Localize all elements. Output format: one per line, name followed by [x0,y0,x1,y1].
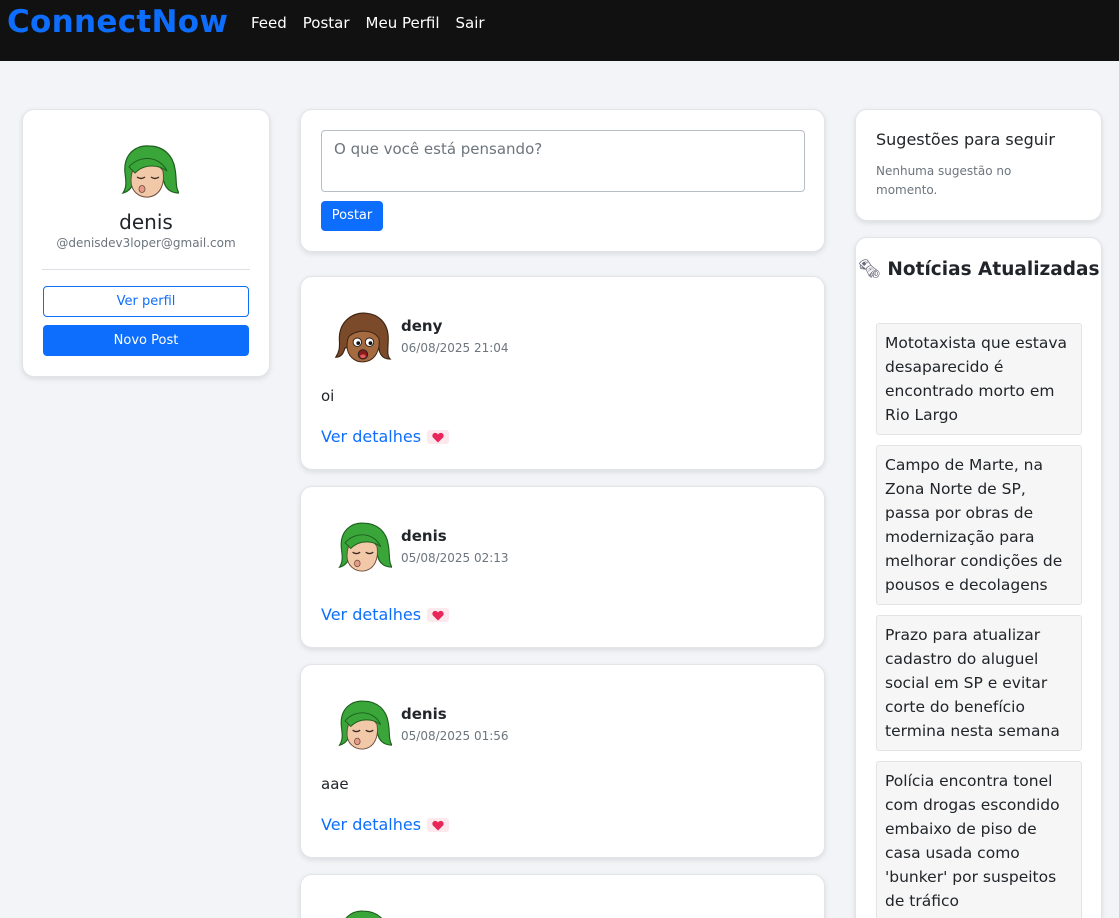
post-text-input[interactable] [321,130,805,192]
heart-icon[interactable] [427,607,450,622]
post-details-link[interactable]: Ver detalhes [321,605,450,624]
profile-card: denis @denisdev3loper@gmail.com Ver perf… [22,109,270,377]
compose-card: Postar [300,109,825,252]
nav-link-sair[interactable]: Sair [456,14,485,32]
news-item[interactable]: Polícia encontra tonel com drogas escond… [876,761,1082,918]
avatar [332,520,392,575]
news-item[interactable]: Campo de Marte, na Zona Norte de SP, pas… [876,445,1082,605]
news-title-text: Notícias Atualizadas [887,259,1100,280]
avatar [115,143,179,201]
post-details-link[interactable]: Ver detalhes [321,427,450,446]
post-details-link[interactable]: Ver detalhes [321,815,450,834]
post-date: 05/08/2025 02:13 [401,551,509,565]
post-card: denis 05/08/2025 01:56 aae Ver detalhes [300,664,825,858]
newspaper-icon: 🗞︎ [857,259,881,280]
heart-icon[interactable] [427,429,450,444]
news-item[interactable]: Prazo para atualizar cadastro do aluguel… [876,615,1082,751]
nav-links: Feed Postar Meu Perfil Sair [251,14,485,32]
post-details-label[interactable]: Ver detalhes [321,815,421,834]
post-date: 06/08/2025 21:04 [401,341,509,355]
post-text: oi [321,387,335,405]
suggestions-title: Sugestões para seguir [876,130,1055,149]
post-details-label[interactable]: Ver detalhes [321,427,421,446]
nav-link-meu-perfil[interactable]: Meu Perfil [366,14,440,32]
view-profile-button[interactable]: Ver perfil [43,286,249,317]
post-author[interactable]: denis [401,705,447,723]
post-submit-button[interactable]: Postar [321,201,383,231]
post-card: deny 06/08/2025 21:04 oi Ver detalhes [300,276,825,470]
nav-link-feed[interactable]: Feed [251,14,287,32]
suggestions-card: Sugestões para seguir Nenhuma sugestão n… [855,109,1102,221]
post-author[interactable]: deny [401,317,442,335]
brand-logo[interactable]: ConnectNow [7,4,228,40]
heart-icon[interactable] [427,817,450,832]
divider [42,269,250,270]
news-item[interactable]: Mototaxista que estava desaparecido é en… [876,323,1082,435]
post-card: denis 05/08/2025 02:13 Ver detalhes [300,486,825,648]
new-post-button[interactable]: Novo Post [43,325,249,356]
suggestions-empty-text: Nenhuma sugestão no momento. [876,164,1012,197]
post-card [300,874,825,918]
post-author[interactable]: denis [401,527,447,545]
post-date: 05/08/2025 01:56 [401,729,509,743]
avatar [332,908,392,918]
profile-email: @denisdev3loper@gmail.com [56,236,236,250]
news-title: 🗞︎ Notícias Atualizadas [856,258,1101,282]
navbar: ConnectNow Feed Postar Meu Perfil Sair [0,0,1119,61]
post-text: aae [321,775,349,793]
news-card: 🗞︎ Notícias Atualizadas Mototaxista que … [855,237,1102,918]
nav-link-postar[interactable]: Postar [303,14,350,32]
avatar [332,310,392,365]
avatar [332,698,392,753]
post-details-label[interactable]: Ver detalhes [321,605,421,624]
profile-name: denis [119,210,173,234]
